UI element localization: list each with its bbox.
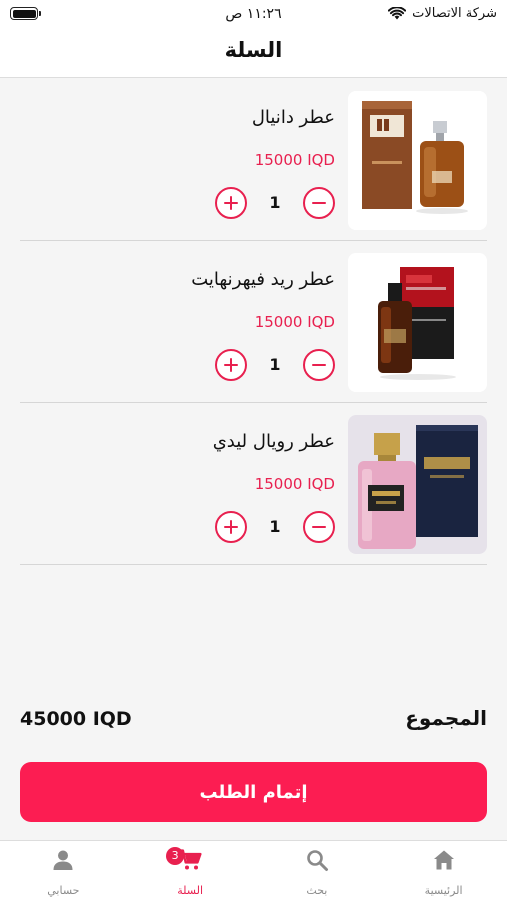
page-header: السلة — [0, 30, 507, 78]
item-price: 15000 IQD — [254, 313, 335, 331]
item-price: 15000 IQD — [254, 151, 335, 169]
carrier-name: شركة الاتصالات — [412, 6, 497, 21]
tab-home-label: الرئيسية — [424, 884, 463, 897]
dunhill-perfume-image[interactable] — [348, 91, 487, 230]
tab-account[interactable]: حسابي — [0, 841, 127, 900]
page-title: السلة — [224, 38, 283, 62]
quantity-value: 1 — [269, 355, 281, 374]
status-bar: ١١:٢٦ ص شركة الاتصالات — [0, 0, 507, 30]
quantity-stepper: 1 — [215, 511, 335, 543]
tab-cart-label: السلة — [177, 884, 203, 897]
user-icon — [51, 848, 75, 872]
item-price: 15000 IQD — [254, 475, 335, 493]
red-perfume-image[interactable] — [348, 253, 487, 392]
home-icon — [432, 848, 456, 872]
quantity-value: 1 — [269, 517, 281, 536]
cart-item: عطر رويال ليدي 15000 IQD 1 — [20, 403, 487, 565]
tab-search-label: بحث — [306, 884, 328, 897]
decrease-quantity-button[interactable] — [303, 349, 335, 381]
increase-quantity-button[interactable] — [215, 349, 247, 381]
status-carrier-group: شركة الاتصالات — [388, 6, 497, 21]
increase-quantity-button[interactable] — [215, 187, 247, 219]
tab-home[interactable]: الرئيسية — [380, 841, 507, 900]
decrease-quantity-button[interactable] — [303, 187, 335, 219]
quantity-stepper: 1 — [215, 187, 335, 219]
decrease-quantity-button[interactable] — [303, 511, 335, 543]
checkout-button[interactable]: إتمام الطلب — [20, 762, 487, 822]
cart-list: عطر دانيال 15000 IQD 1 عطر ريد فيهرنهايت… — [0, 79, 507, 565]
total-label: المجموع — [405, 706, 487, 730]
checkout-button-label: إتمام الطلب — [199, 781, 308, 803]
wifi-icon — [388, 7, 407, 20]
increase-quantity-button[interactable] — [215, 511, 247, 543]
cart-item: عطر دانيال 15000 IQD 1 — [20, 79, 487, 241]
item-name: عطر رويال ليدي — [212, 431, 335, 452]
quantity-stepper: 1 — [215, 349, 335, 381]
tab-cart[interactable]: 3 السلة — [127, 841, 254, 900]
search-icon — [305, 848, 329, 872]
quantity-value: 1 — [269, 193, 281, 212]
cart-count-badge: 3 — [166, 847, 185, 865]
royal-lady-perfume-image[interactable] — [348, 415, 487, 554]
bottom-tab-bar: الرئيسية بحث 3 السلة حسابي — [0, 840, 507, 900]
total-value: 45000 IQD — [20, 708, 132, 730]
item-name: عطر دانيال — [251, 107, 335, 128]
cart-item: عطر ريد فيهرنهايت 15000 IQD 1 — [20, 241, 487, 403]
tab-search[interactable]: بحث — [254, 841, 381, 900]
item-name: عطر ريد فيهرنهايت — [191, 269, 335, 290]
total-row: المجموع 45000 IQD — [20, 706, 487, 736]
tab-account-label: حسابي — [47, 884, 80, 897]
